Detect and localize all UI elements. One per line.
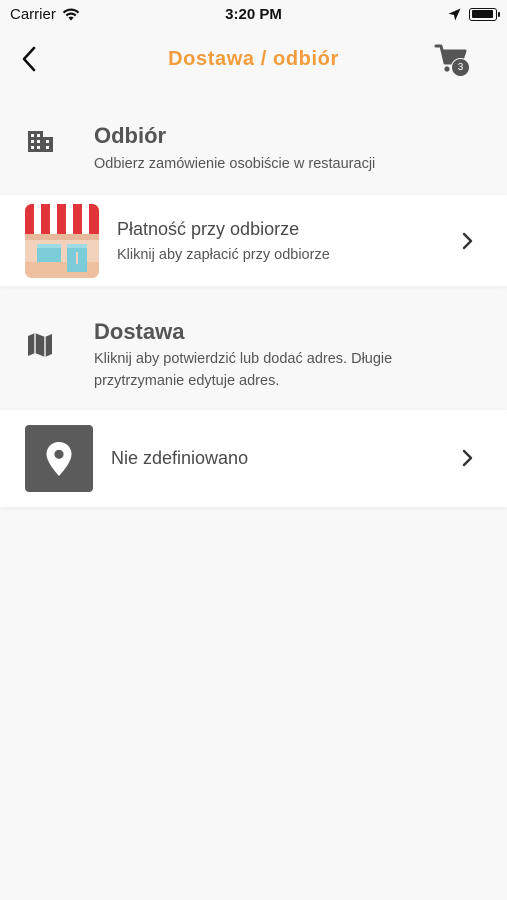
battery-level xyxy=(471,10,494,18)
payment-on-pickup-row[interactable]: Płatność przy odbiorze Kliknij aby zapła… xyxy=(0,195,507,286)
building-icon xyxy=(28,131,53,152)
status-bar: Carrier 3:20 PM xyxy=(0,0,507,28)
status-right xyxy=(448,7,500,21)
location-pin-icon xyxy=(25,425,93,492)
page-title: Dostawa / odbiór xyxy=(168,48,339,70)
delivery-section-header: Dostawa Kliknij aby potwierdzić lub doda… xyxy=(0,314,507,404)
delivery-address-row[interactable]: Nie zdefiniowano xyxy=(0,410,507,507)
status-left: Carrier xyxy=(10,6,80,23)
wifi-icon xyxy=(62,8,80,20)
pickup-title: Odbiór xyxy=(94,123,167,148)
address-row-title: Nie zdefiniowano xyxy=(111,448,249,468)
cart-count-badge: 3 xyxy=(451,58,470,77)
pickup-description: Odbierz zamówienie osobiście w restaurac… xyxy=(94,156,376,172)
payment-row-subtitle: Kliknij aby zapłacić przy odbiorze xyxy=(117,247,330,263)
chevron-right-icon xyxy=(462,232,473,250)
cart-button[interactable]: 3 xyxy=(434,42,474,80)
shop-storefront-icon xyxy=(25,204,99,278)
delivery-description: Kliknij aby potwierdzić lub dodać adres.… xyxy=(94,351,393,389)
delivery-title: Dostawa xyxy=(94,319,185,344)
chevron-right-icon xyxy=(462,449,473,467)
carrier-label: Carrier xyxy=(10,5,56,23)
pickup-section-header: Odbiór Odbierz zamówienie osobiście w re… xyxy=(0,118,507,188)
battery-icon xyxy=(469,7,500,21)
payment-row-title: Płatność przy odbiorze xyxy=(117,219,300,239)
location-arrow-icon xyxy=(448,8,461,20)
nav-bar: Dostawa / odbiór 3 xyxy=(0,28,507,92)
map-icon xyxy=(28,333,52,357)
